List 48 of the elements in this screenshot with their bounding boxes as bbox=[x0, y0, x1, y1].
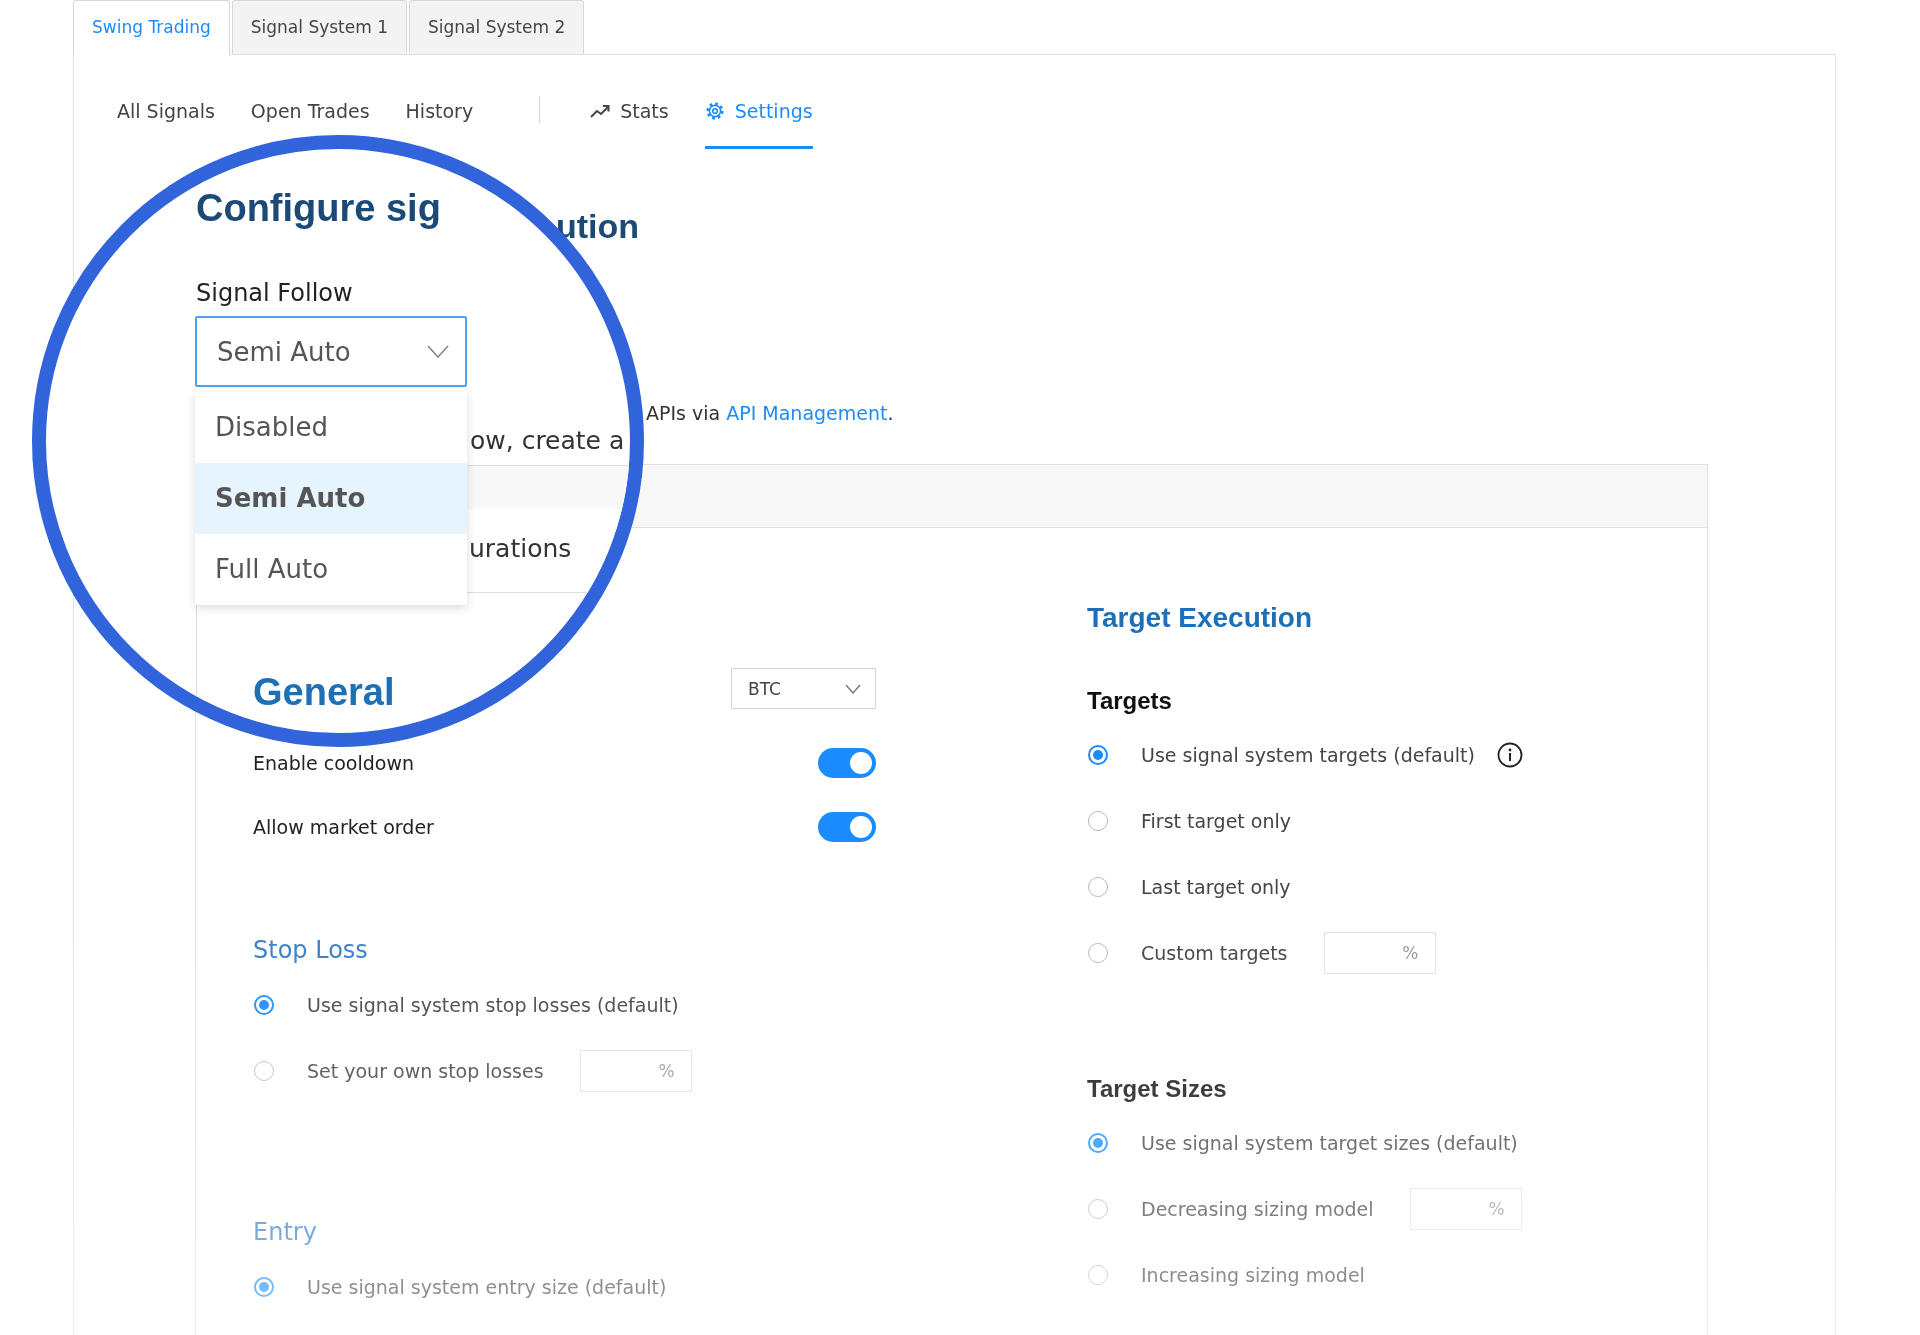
option-label: Custom targets bbox=[1141, 942, 1288, 964]
dropdown-option[interactable]: Full Auto bbox=[195, 534, 467, 605]
section-heading: Stop Loss bbox=[253, 935, 368, 966]
chevron-down-icon bbox=[845, 683, 861, 694]
page-title: ution bbox=[556, 206, 640, 246]
toggle-label: Allow market order bbox=[253, 816, 434, 838]
option-label: First target only bbox=[1141, 810, 1292, 832]
toggle-label: Enable cooldown bbox=[253, 752, 414, 774]
dropdown-option[interactable]: Semi Auto bbox=[195, 463, 467, 534]
tab[interactable]: Signal System 2 bbox=[409, 0, 585, 55]
radio-button[interactable] bbox=[254, 1277, 274, 1297]
option-label: Last target only bbox=[1141, 876, 1291, 898]
input-field[interactable]: % bbox=[1323, 932, 1436, 974]
chevron-down-icon bbox=[427, 344, 449, 359]
option-label: Decreasing sizing model bbox=[1141, 1198, 1374, 1220]
page-title: Configure sig bbox=[196, 186, 441, 231]
field-label: Signal Follow bbox=[196, 278, 353, 308]
option-label: Use signal system targets (default) bbox=[1141, 744, 1475, 766]
option-label: Use signal system target sizes (default) bbox=[1141, 1132, 1518, 1154]
dropdown-option[interactable]: Disabled bbox=[195, 392, 467, 463]
radio-button[interactable] bbox=[254, 995, 274, 1015]
group-heading: Target Sizes bbox=[1087, 1074, 1227, 1104]
section-heading: General bbox=[253, 670, 395, 715]
section-heading: Target Execution bbox=[1087, 601, 1313, 635]
option-label: Use signal system stop losses (default) bbox=[307, 994, 679, 1016]
api-note: APIs via API Management. bbox=[646, 401, 894, 425]
nav-link[interactable]: Open Trades bbox=[250, 91, 370, 123]
section-heading: Entry bbox=[253, 1217, 317, 1248]
currency-select[interactable]: BTC bbox=[731, 668, 876, 709]
option-label: Increasing sizing model bbox=[1141, 1264, 1365, 1286]
settings-icon bbox=[704, 101, 725, 121]
radio-button[interactable] bbox=[1088, 745, 1108, 765]
nav-link[interactable]: Stats bbox=[590, 91, 669, 123]
option-label: Use signal system entry size (default) bbox=[307, 1276, 667, 1298]
radio-button[interactable] bbox=[1088, 1133, 1108, 1153]
nav-link[interactable]: All Signals bbox=[117, 91, 215, 123]
toggle-switch[interactable] bbox=[818, 812, 876, 842]
toggle-switch[interactable] bbox=[818, 748, 876, 778]
signal-follow-select[interactable]: Semi Auto bbox=[195, 316, 467, 387]
nav-link[interactable]: History bbox=[405, 91, 474, 123]
tab[interactable]: Signal System 1 bbox=[231, 0, 407, 55]
input-field[interactable]: % bbox=[1409, 1188, 1522, 1230]
option-label: Set your own stop losses bbox=[307, 1060, 544, 1082]
input-field[interactable]: % bbox=[579, 1050, 692, 1092]
trend-icon bbox=[590, 104, 611, 118]
group-heading: Targets bbox=[1087, 686, 1172, 716]
text-fragment: ow, create a bbox=[470, 425, 625, 457]
info-icon[interactable] bbox=[1496, 742, 1523, 768]
